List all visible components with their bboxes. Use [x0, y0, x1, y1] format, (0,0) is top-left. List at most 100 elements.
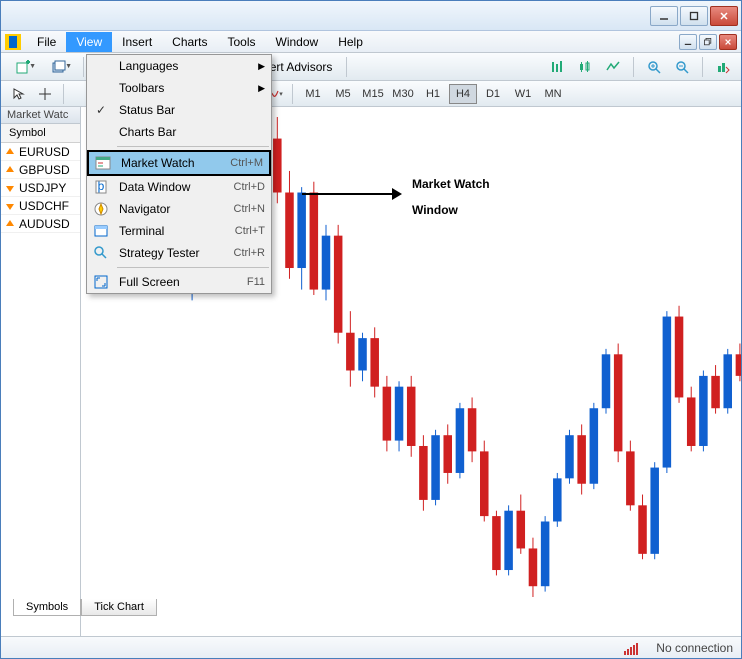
menu-item-data-window[interactable]: þ Data Window Ctrl+D: [87, 176, 271, 198]
market-watch-panel: Market Watc Symbol EURUSD GBPUSD USDJPY USD…: [1, 107, 81, 636]
annotation: Market WatchWindow: [302, 168, 490, 221]
menu-item-strategy-tester[interactable]: Strategy Tester Ctrl+R: [87, 242, 271, 264]
tab-tick-chart[interactable]: Tick Chart: [81, 599, 157, 616]
timeframe-m30[interactable]: M30: [389, 84, 417, 104]
menu-item-full-screen[interactable]: Full Screen F11: [87, 271, 271, 293]
menu-item-shortcut: Ctrl+T: [235, 225, 265, 237]
menu-item-navigator[interactable]: Navigator Ctrl+N: [87, 198, 271, 220]
arrow-down-icon: [5, 183, 15, 193]
menu-item-terminal[interactable]: Terminal Ctrl+T: [87, 220, 271, 242]
symbol-label: EURUSD: [19, 145, 70, 159]
submenu-arrow-icon: ▶: [258, 83, 265, 94]
arrow-up-icon: [5, 165, 15, 175]
menu-view[interactable]: View: [66, 32, 112, 52]
mw-icon: [93, 155, 113, 171]
timeframe-m1[interactable]: M1: [299, 84, 327, 104]
timeframe-m15[interactable]: M15: [359, 84, 387, 104]
menu-item-status-bar[interactable]: ✓ Status Bar: [87, 99, 271, 121]
connection-icon: [624, 641, 644, 655]
test-icon: [91, 245, 111, 261]
menu-item-label: Data Window: [119, 180, 226, 194]
symbol-label: USDJPY: [19, 181, 66, 195]
menu-charts[interactable]: Charts: [162, 32, 217, 52]
market-watch-row[interactable]: EURUSD: [1, 143, 80, 161]
annotation-line: [302, 193, 400, 195]
timeframe-h4[interactable]: H4: [449, 84, 477, 104]
timeframe-mn[interactable]: MN: [539, 84, 567, 104]
menubar: File View Insert Charts Tools Window Hel…: [1, 31, 741, 53]
symbol-label: AUDUSD: [19, 217, 70, 231]
maximize-button[interactable]: [680, 6, 708, 26]
cursor-button[interactable]: [7, 83, 31, 105]
toolbar-separator: [292, 84, 293, 104]
menu-item-charts-bar[interactable]: Charts Bar: [87, 121, 271, 143]
bottom-tabs: Symbols Tick Chart: [13, 599, 157, 616]
menu-item-market-watch[interactable]: Market Watch Ctrl+M: [87, 150, 271, 176]
chart-bar-icon[interactable]: [545, 56, 569, 78]
menu-tools[interactable]: Tools: [218, 32, 266, 52]
close-button[interactable]: [710, 6, 738, 26]
chart-line-icon[interactable]: [601, 56, 625, 78]
menu-item-label: Market Watch: [121, 156, 222, 170]
market-watch-row[interactable]: USDCHF: [1, 197, 80, 215]
toolbar-separator: [63, 84, 64, 104]
toolbar-separator: [346, 57, 347, 77]
app-icon: [5, 34, 21, 50]
mdi-close[interactable]: [719, 34, 737, 50]
market-watch-header: Symbol: [1, 124, 80, 143]
dw-icon: þ: [91, 179, 111, 195]
toolbar-separator: [702, 57, 703, 77]
tab-symbols[interactable]: Symbols: [13, 599, 81, 616]
market-watch-row[interactable]: AUDUSD: [1, 215, 80, 233]
menu-insert[interactable]: Insert: [112, 32, 162, 52]
menu-help[interactable]: Help: [328, 32, 373, 52]
timeframe-w1[interactable]: W1: [509, 84, 537, 104]
menu-file[interactable]: File: [27, 32, 66, 52]
titlebar: [1, 1, 741, 31]
timeframe-h1[interactable]: H1: [419, 84, 447, 104]
mdi-restore[interactable]: [699, 34, 717, 50]
menu-item-languages[interactable]: Languages ▶: [87, 55, 271, 77]
check-icon: ✓: [91, 103, 111, 117]
menu-item-shortcut: F11: [247, 276, 265, 288]
menu-item-label: Terminal: [119, 224, 227, 238]
menu-item-label: Toolbars: [119, 81, 242, 95]
arrow-down-icon: [5, 201, 15, 211]
zoom-in-button[interactable]: [642, 56, 666, 78]
minimize-button[interactable]: [650, 6, 678, 26]
timeframe-d1[interactable]: D1: [479, 84, 507, 104]
chart-candle-icon[interactable]: [573, 56, 597, 78]
view-dropdown-menu: Languages ▶ Toolbars ▶ ✓ Status Bar Char…: [86, 54, 272, 294]
svg-text:þ: þ: [98, 179, 105, 193]
menu-item-shortcut: Ctrl+N: [234, 203, 265, 215]
new-chart-button[interactable]: ▼: [7, 56, 39, 78]
crosshair-button[interactable]: [33, 83, 57, 105]
toolbar-separator: [83, 57, 84, 77]
menu-separator: [117, 267, 269, 268]
menu-window[interactable]: Window: [266, 32, 329, 52]
timeframe-m5[interactable]: M5: [329, 84, 357, 104]
autoscroll-button[interactable]: [711, 56, 735, 78]
menu-item-shortcut: Ctrl+R: [234, 247, 265, 259]
toolbar-separator: [633, 57, 634, 77]
menu-item-label: Status Bar: [119, 103, 257, 117]
submenu-arrow-icon: ▶: [258, 61, 265, 72]
zoom-out-button[interactable]: [670, 56, 694, 78]
menu-item-toolbars[interactable]: Toolbars ▶: [87, 77, 271, 99]
term-icon: [91, 223, 111, 239]
profiles-button[interactable]: ▼: [43, 56, 75, 78]
mdi-minimize[interactable]: [679, 34, 697, 50]
market-watch-row[interactable]: GBPUSD: [1, 161, 80, 179]
arrow-up-icon: [5, 147, 15, 157]
menu-item-label: Full Screen: [119, 275, 239, 289]
mdi-controls: [679, 34, 737, 50]
market-watch-title: Market Watc: [1, 107, 80, 124]
menu-item-label: Navigator: [119, 202, 226, 216]
market-watch-row[interactable]: USDJPY: [1, 179, 80, 197]
menu-separator: [117, 146, 269, 147]
fs-icon: [91, 274, 111, 290]
menu-item-label: Charts Bar: [119, 125, 257, 139]
annotation-text: Market WatchWindow: [412, 168, 490, 221]
menu-item-shortcut: Ctrl+M: [230, 157, 263, 169]
arrow-up-icon: [5, 219, 15, 229]
